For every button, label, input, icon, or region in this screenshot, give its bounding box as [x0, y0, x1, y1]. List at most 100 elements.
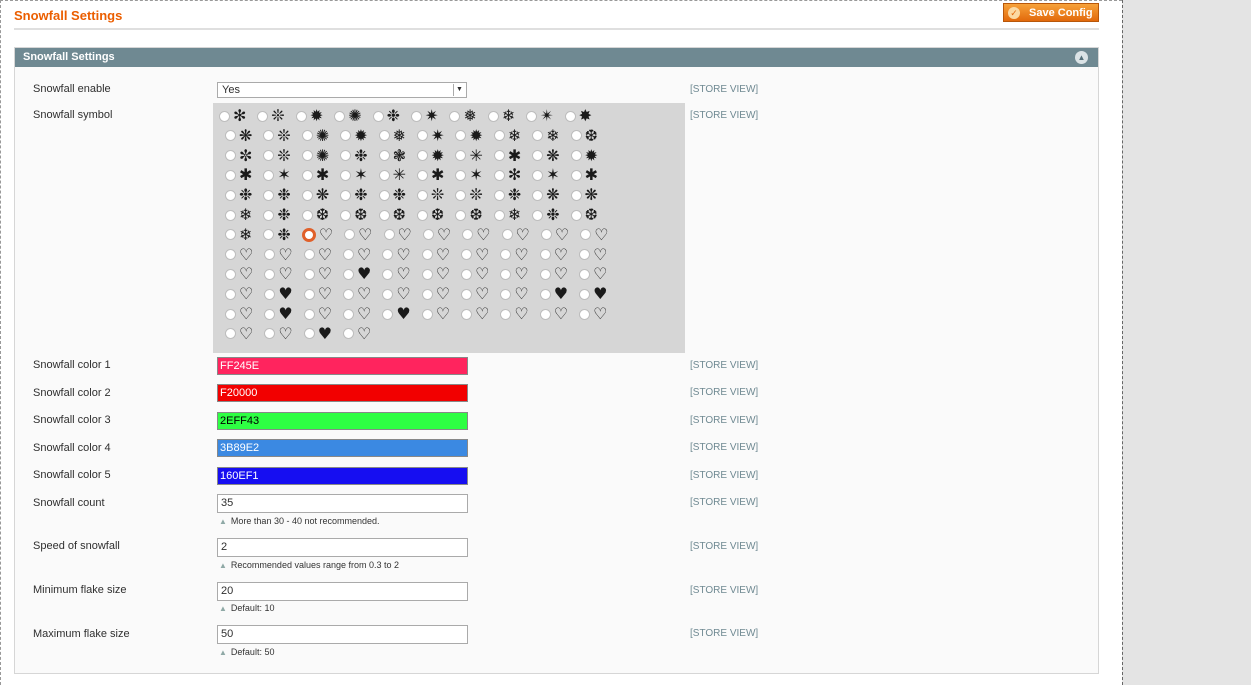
symbol-radio[interactable]	[225, 169, 236, 181]
symbol-option[interactable]: ✹	[455, 127, 483, 144]
symbol-radio[interactable]	[225, 308, 236, 320]
speed-input[interactable]: 2	[217, 538, 468, 557]
symbol-option[interactable]: ♡	[500, 306, 529, 322]
symbol-radio[interactable]	[264, 308, 276, 320]
symbol-radio[interactable]	[540, 229, 552, 241]
color1-input[interactable]: FF245E	[217, 357, 468, 375]
symbol-option[interactable]: ♡	[579, 246, 607, 263]
symbol-radio[interactable]	[378, 150, 390, 162]
symbol-option[interactable]: ♡	[264, 246, 293, 263]
symbol-option[interactable]: ❋	[532, 147, 560, 164]
symbol-radio[interactable]	[461, 249, 473, 261]
enable-select[interactable]: Yes ▼	[217, 82, 467, 98]
symbol-radio[interactable]	[225, 189, 236, 201]
symbol-option[interactable]: ♡	[462, 226, 491, 243]
symbol-radio[interactable]	[455, 209, 467, 221]
symbol-radio[interactable]	[301, 189, 313, 201]
symbol-option[interactable]: ♡	[500, 286, 529, 302]
symbol-radio[interactable]	[532, 169, 544, 181]
symbol-option[interactable]: ♡	[539, 266, 568, 282]
symbol-option[interactable]: ✱	[301, 167, 329, 183]
symbol-radio[interactable]	[263, 169, 275, 181]
symbol-radio[interactable]	[383, 229, 395, 241]
symbol-option[interactable]: ♡	[421, 306, 450, 322]
symbol-option[interactable]: ❃	[378, 147, 406, 164]
symbol-radio[interactable]	[340, 130, 352, 142]
symbol-radio[interactable]	[417, 130, 429, 142]
symbol-radio[interactable]	[421, 268, 433, 280]
symbol-radio[interactable]	[334, 110, 346, 122]
symbol-radio[interactable]	[378, 169, 390, 181]
symbol-radio[interactable]	[257, 110, 269, 122]
symbol-radio[interactable]	[378, 130, 390, 142]
symbol-radio[interactable]	[378, 189, 390, 201]
count-input[interactable]: 35	[217, 494, 468, 513]
symbol-radio[interactable]	[303, 328, 315, 340]
symbol-radio[interactable]	[382, 308, 394, 320]
symbol-option[interactable]: ❄	[532, 127, 560, 144]
symbol-radio[interactable]	[225, 150, 236, 162]
symbol-radio[interactable]	[532, 209, 544, 221]
symbol-option[interactable]: ♡	[343, 286, 371, 302]
symbol-radio[interactable]	[455, 169, 467, 181]
symbol-option[interactable]: ♡	[225, 286, 253, 302]
symbol-option[interactable]: ♡	[500, 246, 529, 263]
symbol-option[interactable]: ✶	[532, 167, 560, 183]
color3-input[interactable]: 2EFF43	[217, 412, 468, 430]
symbol-radio[interactable]	[539, 308, 551, 320]
symbol-option[interactable]: ✶	[340, 167, 368, 183]
symbol-option[interactable]: ❆	[417, 207, 444, 223]
symbol-radio[interactable]	[303, 268, 315, 280]
symbol-option[interactable]: ♡	[303, 306, 332, 322]
symbol-radio[interactable]	[378, 209, 390, 221]
symbol-radio[interactable]	[219, 110, 230, 122]
symbol-option[interactable]: ❆	[301, 207, 329, 223]
symbol-radio[interactable]	[417, 169, 429, 181]
symbol-radio[interactable]	[532, 189, 544, 201]
symbol-option[interactable]: ❆	[378, 207, 406, 223]
symbol-radio[interactable]	[225, 249, 236, 261]
symbol-radio[interactable]	[343, 249, 355, 261]
symbol-option[interactable]: ✹	[417, 147, 444, 164]
symbol-radio[interactable]	[382, 249, 394, 261]
collapse-icon[interactable]: ▲	[1075, 51, 1088, 64]
symbol-radio[interactable]	[264, 328, 276, 340]
symbol-option[interactable]: ♡	[461, 306, 489, 322]
symbol-radio[interactable]	[344, 229, 356, 241]
symbol-radio[interactable]	[301, 209, 313, 221]
symbol-option[interactable]: ❉	[340, 187, 368, 203]
symbol-option[interactable]: ❉	[340, 147, 368, 164]
symbol-radio[interactable]	[263, 150, 275, 162]
symbol-option[interactable]: ♡	[422, 226, 451, 243]
symbol-option[interactable]: ✻	[219, 108, 246, 124]
symbol-radio[interactable]	[225, 328, 236, 340]
symbol-radio[interactable]	[579, 249, 591, 261]
symbol-option[interactable]: ❅	[378, 127, 406, 144]
symbol-radio[interactable]	[417, 189, 429, 201]
symbol-option[interactable]: ♡	[225, 306, 253, 322]
symbol-radio[interactable]	[301, 227, 316, 242]
symbol-option[interactable]: ✱	[570, 167, 598, 183]
symbol-option[interactable]: ✺	[334, 108, 362, 124]
symbol-radio[interactable]	[579, 288, 591, 300]
symbol-option[interactable]: ❉	[378, 187, 406, 203]
symbol-option[interactable]: ❅	[449, 108, 477, 124]
symbol-option[interactable]: ♡	[421, 246, 450, 263]
symbol-option[interactable]: ✼	[225, 147, 252, 164]
symbol-radio[interactable]	[461, 308, 473, 320]
symbol-radio[interactable]	[340, 189, 352, 201]
symbol-option[interactable]: ✱	[225, 167, 252, 183]
symbol-option[interactable]: ✷	[411, 108, 438, 124]
symbol-radio[interactable]	[382, 288, 394, 300]
symbol-option[interactable]: ♡	[500, 266, 529, 282]
symbol-radio[interactable]	[303, 249, 315, 261]
symbol-radio[interactable]	[462, 229, 474, 241]
symbol-option[interactable]: ✻	[493, 167, 521, 183]
symbol-option[interactable]: ♡	[344, 226, 373, 243]
symbol-option[interactable]: ❄	[487, 108, 515, 124]
symbol-radio[interactable]	[382, 268, 394, 280]
symbol-option[interactable]: ✶	[455, 167, 483, 183]
symbol-option[interactable]: ♡	[343, 325, 371, 342]
symbol-radio[interactable]	[455, 150, 467, 162]
symbol-option[interactable]: ✱	[493, 147, 521, 164]
